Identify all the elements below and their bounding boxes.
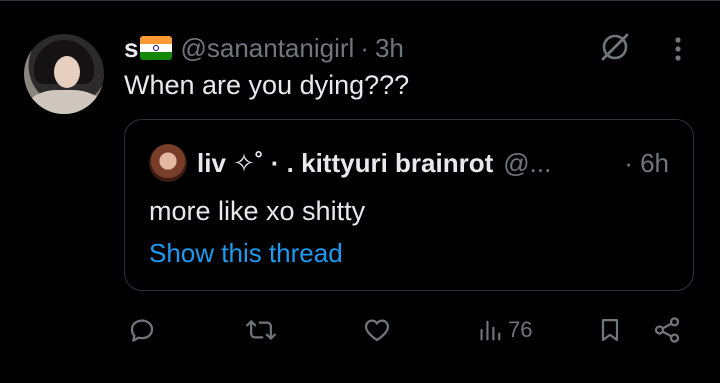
heart-icon	[364, 319, 390, 342]
bookmark-button[interactable]	[596, 314, 624, 346]
reply-icon	[130, 319, 154, 342]
quoted-author-name[interactable]: liv ✧˚ · . kittyuri brainrot	[197, 148, 493, 179]
views-button[interactable]: 76	[478, 314, 532, 346]
retweet-button[interactable]	[245, 314, 277, 346]
views-count: 76	[508, 317, 533, 342]
quoted-tweet-time[interactable]: · 6h	[624, 144, 669, 182]
tweet-header: s @sanantanigirl · 3h	[124, 30, 404, 66]
quoted-author-avatar[interactable]	[149, 144, 187, 182]
like-button[interactable]	[362, 314, 392, 346]
action-bar: 76	[0, 306, 720, 354]
tweet-time[interactable]: 3h	[375, 33, 404, 64]
show-thread-link[interactable]: Show this thread	[149, 238, 343, 269]
author-avatar[interactable]	[24, 34, 104, 114]
quoted-author-handle[interactable]: @...	[503, 148, 551, 179]
share-button[interactable]	[652, 314, 682, 346]
grok-icon[interactable]	[598, 30, 632, 64]
author-handle[interactable]: @sanantanigirl	[180, 33, 354, 64]
quoted-tweet-text: more like xo shitty	[149, 196, 366, 226]
retweet-icon	[246, 320, 276, 340]
avatar-body	[28, 90, 102, 114]
share-icon	[654, 317, 680, 343]
views-chart-icon	[480, 320, 501, 341]
quoted-tweet[interactable]: liv ✧˚ · . kittyuri brainrot @... · 6h m…	[124, 119, 694, 291]
reply-button[interactable]	[127, 314, 157, 346]
india-flag-icon	[140, 36, 173, 60]
tweet-text: When are you dying???	[124, 70, 410, 100]
avatar-face	[54, 56, 80, 88]
header-separator: ·	[360, 32, 369, 63]
bookmark-icon	[601, 318, 619, 342]
quoted-tweet-header: liv ✧˚ · . kittyuri brainrot @...	[197, 144, 551, 182]
divider	[0, 0, 720, 1]
more-options-icon[interactable]	[668, 34, 688, 64]
author-name[interactable]: s	[124, 33, 138, 64]
